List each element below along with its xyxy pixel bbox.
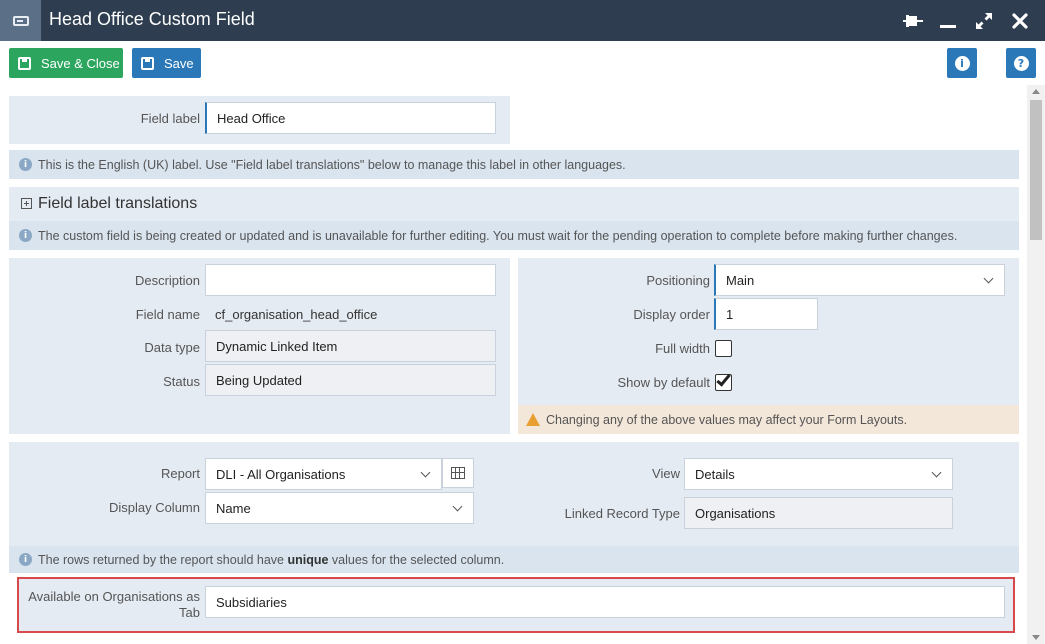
display-order-input[interactable]: 1 (714, 298, 818, 330)
chevron-down-icon (931, 467, 942, 478)
data-type-value: Dynamic Linked Item (205, 330, 496, 362)
full-width-checkbox[interactable] (715, 340, 732, 357)
scroll-up-icon[interactable] (1032, 89, 1040, 94)
maximize-icon[interactable] (972, 9, 996, 33)
display-column-label: Display Column (108, 500, 200, 515)
scroll-thumb[interactable] (1030, 100, 1042, 240)
display-order-label: Display order (633, 307, 710, 322)
pending-operation-note-text: The custom field is being created or upd… (38, 228, 958, 243)
save-close-label: Save & Close (41, 55, 120, 71)
positioning-label: Positioning (646, 273, 710, 288)
save-icon (141, 56, 154, 70)
display-column-value: Name (216, 500, 251, 516)
scrollbar[interactable] (1027, 85, 1045, 644)
report-value: DLI - All Organisations (216, 466, 346, 482)
field-label-input[interactable]: Head Office (205, 102, 496, 134)
window-icon (0, 0, 41, 41)
description-label: Description (134, 273, 200, 288)
info-icon: i (19, 553, 32, 566)
scroll-down-icon[interactable] (1032, 635, 1040, 640)
minimize-icon[interactable] (936, 9, 960, 33)
pending-operation-note: i The custom field is being created or u… (9, 221, 1019, 250)
info-icon: i (954, 55, 970, 71)
status-value: Being Updated (205, 364, 496, 396)
available-tab-label-line2: Tab (179, 605, 200, 620)
chevron-down-icon (452, 501, 463, 512)
display-column-select[interactable]: Name (205, 492, 474, 524)
title-bar: Head Office Custom Field (0, 0, 1045, 41)
report-note: i The rows returned by the report should… (9, 546, 1019, 573)
info-icon: i (19, 158, 32, 171)
open-report-button[interactable] (442, 458, 474, 488)
close-icon[interactable] (1008, 9, 1032, 33)
linked-type-label: Linked Record Type (564, 506, 680, 521)
help-button[interactable]: ? (1006, 48, 1036, 78)
view-value: Details (695, 466, 735, 482)
view-label: View (652, 466, 680, 481)
report-select[interactable]: DLI - All Organisations (205, 458, 442, 490)
positioning-value: Main (726, 272, 755, 288)
save-label: Save (164, 55, 194, 71)
window-title: Head Office Custom Field (49, 9, 255, 29)
report-note-after: values for the selected column. (328, 552, 505, 567)
available-tab-input[interactable]: Subsidiaries (205, 586, 1005, 618)
field-name-value: cf_organisation_head_office (215, 307, 378, 322)
field-label-label: Field label (140, 111, 200, 126)
info-icon: i (19, 229, 32, 242)
report-note-before: The rows returned by the report should h… (38, 552, 288, 567)
save-icon (18, 56, 31, 70)
status-label: Status (163, 374, 200, 389)
field-name-label: Field name (135, 307, 200, 322)
linked-type-value: Organisations (684, 497, 953, 529)
available-tab-label: Available on Organisations as Tab (20, 589, 200, 621)
save-close-button[interactable]: Save & Close (9, 48, 123, 78)
available-tab-label-line1: Available on Organisations as (28, 589, 200, 604)
translations-heading[interactable]: Field label translations (38, 195, 197, 213)
chevron-down-icon (983, 273, 994, 284)
warning-icon (526, 413, 540, 426)
help-icon: ? (1013, 55, 1029, 71)
report-label: Report (160, 466, 200, 481)
field-label-note: i This is the English (UK) label. Use "F… (9, 150, 1019, 179)
data-type-label: Data type (144, 340, 200, 355)
info-button[interactable]: i (947, 48, 977, 78)
save-button[interactable]: Save (132, 48, 201, 78)
show-default-checkbox[interactable] (715, 371, 732, 391)
layout-warning: Changing any of the above values may aff… (518, 405, 1019, 434)
field-label-note-text: This is the English (UK) label. Use "Fie… (38, 157, 626, 172)
expand-icon[interactable] (21, 198, 32, 209)
layout-warning-text: Changing any of the above values may aff… (546, 412, 908, 427)
full-width-label: Full width (655, 341, 710, 356)
checkmark-icon (716, 371, 731, 387)
show-default-label: Show by default (617, 375, 710, 390)
positioning-select[interactable]: Main (714, 264, 1005, 296)
pin-icon[interactable] (901, 9, 925, 33)
report-note-bold: unique (287, 552, 329, 567)
grid-icon (451, 467, 465, 479)
view-select[interactable]: Details (684, 458, 953, 490)
description-input[interactable] (205, 264, 496, 296)
chevron-down-icon (420, 467, 431, 478)
